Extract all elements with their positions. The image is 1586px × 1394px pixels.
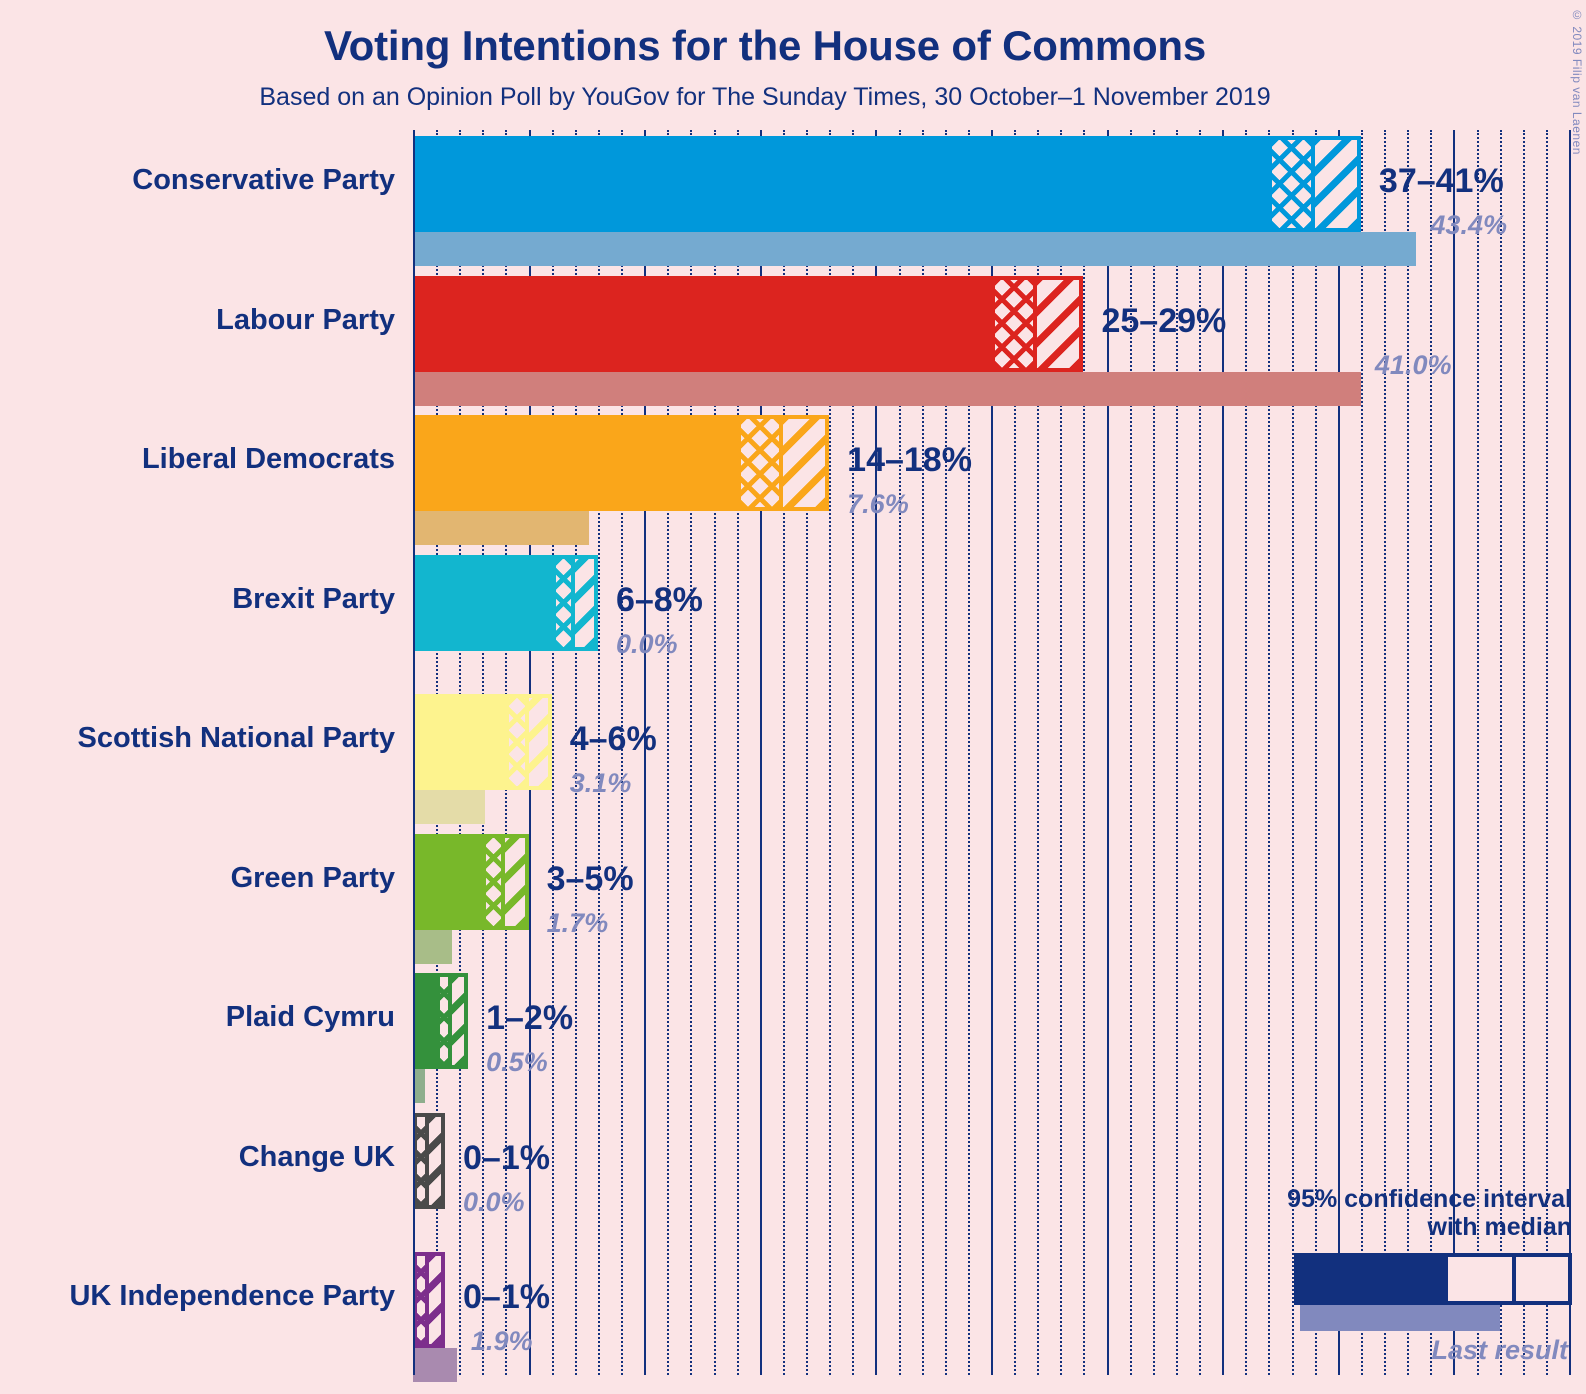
last-result-label: 41.0% (1374, 349, 1452, 380)
party-label: Conservative Party (132, 164, 395, 196)
last-result-label: 0.5% (486, 1047, 548, 1077)
last-result-label: 43.4% (1430, 210, 1507, 240)
ci-range-label: 0–1% (463, 1278, 550, 1316)
party-label: Scottish National Party (77, 722, 395, 754)
chart-root: Voting Intentions for the House of Commo… (0, 0, 1586, 1394)
ci-solid-segment (413, 415, 737, 511)
gridline-minor (1083, 130, 1086, 1375)
ci-bar (413, 1112, 445, 1209)
ci-solid-segment (413, 275, 991, 372)
ci-bar (413, 1252, 445, 1348)
ci-median-crosshatch-segment (736, 415, 783, 511)
ci-upper-hatch-segment (429, 1252, 445, 1348)
ci-range-label: 37–41% (1378, 162, 1504, 200)
last-result-bar (413, 1348, 457, 1382)
ci-solid-segment (413, 694, 506, 790)
ci-upper-hatch-segment (782, 415, 830, 511)
last-result-bar (413, 790, 485, 824)
last-result-bar (413, 232, 1417, 266)
last-result-bar (413, 929, 453, 964)
party-label: Change UK (238, 1140, 395, 1173)
ci-range-label: 1–2% (486, 999, 574, 1037)
ci-range-label: 6–8% (615, 580, 703, 619)
legend-diagonal-segment (1516, 1253, 1572, 1305)
ci-range-label: 4–6% (569, 720, 657, 758)
party-label: Liberal Democrats (141, 443, 395, 475)
ci-solid-segment (413, 136, 1269, 232)
ci-bar (413, 833, 529, 930)
ci-median-crosshatch-segment (413, 1112, 429, 1209)
party-label: Green Party (230, 861, 395, 894)
party-label: Plaid Cymru (225, 1001, 395, 1033)
ci-upper-hatch-segment (429, 1112, 445, 1209)
ci-upper-hatch-segment (1037, 275, 1084, 372)
last-result-label: 3.1% (569, 768, 632, 798)
last-result-bar (413, 371, 1361, 406)
ci-median-crosshatch-segment (482, 833, 506, 930)
page-title: Voting Intentions for the House of Commo… (323, 22, 1207, 69)
ci-solid-segment (413, 554, 552, 651)
ci-median-crosshatch-segment (991, 275, 1038, 372)
ci-range-label: 3–5% (546, 859, 634, 898)
ci-bar (413, 136, 1361, 232)
legend-last-result-swatch (1300, 1305, 1500, 1331)
last-result-label: 0.0% (463, 1186, 525, 1217)
ci-upper-hatch-segment (528, 694, 552, 790)
ci-bar (413, 694, 552, 790)
ci-median-crosshatch-segment (413, 1252, 429, 1348)
ci-median-crosshatch-segment (436, 973, 453, 1069)
last-result-label: 7.6% (847, 489, 909, 519)
ci-solid-segment (413, 973, 437, 1069)
party-label: UK Independence Party (69, 1280, 395, 1312)
y-axis-line (413, 130, 415, 1375)
legend-line-1: 95% confidence interval (1287, 1185, 1572, 1213)
ci-range-label: 0–1% (463, 1138, 550, 1177)
ci-range-label: 14–18% (847, 441, 972, 479)
legend: 95% confidence interval with median Last… (1222, 1185, 1572, 1366)
legend-line-2: with median (1427, 1213, 1572, 1241)
ci-bar (413, 275, 1084, 372)
ci-median-crosshatch-segment (551, 554, 575, 651)
ci-solid-segment (413, 833, 483, 930)
last-result-label: 1.9% (470, 1326, 533, 1356)
party-label: Brexit Party (232, 582, 395, 615)
ci-range-label: 25–29% (1101, 301, 1227, 340)
legend-crosshatch-segment (1444, 1253, 1516, 1305)
ci-median-crosshatch-segment (505, 694, 529, 790)
last-result-bar (413, 511, 589, 545)
last-result-label: 0.0% (615, 628, 678, 659)
ci-bar (413, 973, 469, 1069)
party-label: Labour Party (216, 303, 395, 336)
ci-upper-hatch-segment (505, 833, 529, 930)
ci-upper-hatch-segment (1314, 136, 1361, 232)
ci-upper-hatch-segment (452, 973, 469, 1069)
ci-bar (413, 415, 830, 511)
ci-upper-hatch-segment (574, 554, 598, 651)
page-subtitle: Based on an Opinion Poll by YouGov for T… (259, 83, 1271, 111)
legend-last-result-label: Last result (1431, 1335, 1568, 1365)
last-result-label: 1.7% (546, 907, 609, 938)
ci-bar (413, 554, 598, 651)
legend-ci-swatch (1294, 1253, 1572, 1305)
ci-median-crosshatch-segment (1268, 136, 1315, 232)
